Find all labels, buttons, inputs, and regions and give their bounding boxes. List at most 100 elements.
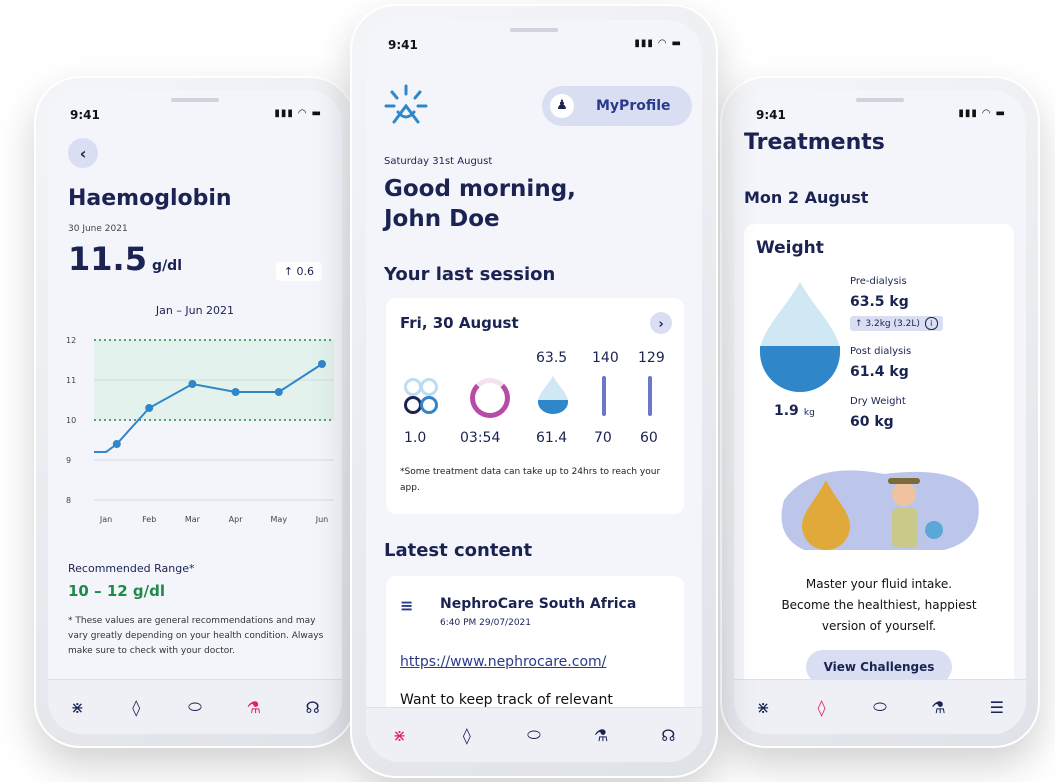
metric-bottom-2: 03:54 bbox=[460, 430, 501, 446]
kidney-icon: ☊ bbox=[661, 725, 676, 745]
promo-line-3: version of yourself. bbox=[821, 619, 937, 633]
metric-top-3: 63.5 bbox=[536, 350, 568, 366]
phone-home: 9:41 ▮▮▮ ◠ ▬ ♟ MyProfile Saturday 31st A… bbox=[350, 4, 718, 778]
flask-icon: ⚗ bbox=[931, 697, 946, 717]
promo-line-2: Become the healthiest, happiest bbox=[781, 598, 977, 612]
pill-icon: ⬭ bbox=[873, 697, 887, 716]
x-tick-label: Apr bbox=[229, 515, 244, 524]
status-bar: 9:41 ▮▮▮ ◠ ▬ bbox=[48, 90, 342, 130]
metric-bottom-3: 61.4 bbox=[536, 430, 568, 446]
chart-period: Jan – Jun 2021 bbox=[155, 304, 235, 317]
tab-fluid[interactable]: ◊ bbox=[122, 693, 150, 721]
post-dialysis-value: 61.4 kg bbox=[850, 364, 909, 380]
status-time: 9:41 bbox=[756, 108, 786, 122]
diff-value: 1.9 bbox=[774, 403, 799, 419]
recommended-range-value: 10 – 12 g/dl bbox=[68, 582, 166, 600]
hb-value-row: 11.5 g/dl bbox=[68, 240, 182, 278]
post-text: Want to keep track of relevant bbox=[400, 692, 613, 708]
drop-icon: ◊ bbox=[462, 725, 471, 745]
x-tick-label: May bbox=[271, 515, 288, 524]
y-tick-label: 10 bbox=[66, 416, 76, 425]
data-point bbox=[318, 360, 326, 368]
greeting: Good morning, John Doe bbox=[384, 174, 576, 234]
disclaimer-note: * These values are general recommendatio… bbox=[68, 616, 324, 656]
tab-lab-results[interactable]: ⚗ bbox=[240, 693, 268, 721]
chevron-left-icon: ‹ bbox=[79, 143, 87, 163]
page-title: Treatments bbox=[744, 130, 885, 155]
home-sun-icon: ⋇ bbox=[392, 725, 407, 745]
tab-lab-results[interactable]: ⚗ bbox=[924, 693, 952, 721]
hb-value: 11.5 bbox=[68, 240, 147, 278]
session-chevron-button[interactable]: › bbox=[650, 312, 672, 334]
y-tick-label: 12 bbox=[66, 336, 76, 345]
last-session-heading: Your last session bbox=[384, 264, 556, 285]
latest-content-heading: Latest content bbox=[384, 540, 533, 561]
weight-difference: 1.9 kg bbox=[774, 400, 815, 419]
tab-medication[interactable]: ⬭ bbox=[520, 721, 548, 749]
post-link[interactable]: https://www.nephrocare.com/ bbox=[400, 654, 606, 670]
tab-home[interactable]: ⋇ bbox=[63, 693, 91, 721]
pill-icon: ⬭ bbox=[188, 697, 202, 716]
session-note: *Some treatment data can take up to 24hr… bbox=[400, 467, 661, 493]
pre-change-badge: ↑ 3.2kg (3.2L) i bbox=[850, 316, 943, 331]
dry-weight-label: Dry Weight bbox=[850, 396, 906, 407]
status-bar: 9:41 ▮▮▮ ◠ ▬ bbox=[734, 90, 1026, 130]
hb-unit: g/dl bbox=[152, 258, 183, 274]
phone-treatments: 9:41 ▮▮▮ ◠ ▬ Treatments Mon 2 August Wei… bbox=[720, 76, 1040, 748]
flask-icon: ⚗ bbox=[246, 697, 261, 717]
app-logo-sun-icon bbox=[384, 84, 428, 124]
promo-text: Master your fluid intake. Become the hea… bbox=[744, 574, 1014, 637]
tab-home[interactable]: ⋇ bbox=[749, 693, 777, 721]
back-button[interactable]: ‹ bbox=[68, 138, 98, 168]
metric-bottom-1: 1.0 bbox=[404, 430, 427, 446]
diff-unit: kg bbox=[803, 408, 815, 418]
session-date: Fri, 30 August bbox=[400, 314, 519, 332]
home-sun-icon: ⋇ bbox=[756, 697, 770, 717]
explorer-illustration bbox=[781, 470, 979, 550]
metric-bar-icon-1 bbox=[602, 376, 606, 416]
notch bbox=[474, 20, 594, 40]
tab-fluid[interactable]: ◊ bbox=[808, 693, 836, 721]
notch bbox=[135, 90, 255, 110]
kidney-icon: ☊ bbox=[305, 697, 320, 717]
tab-kidney[interactable]: ☊ bbox=[299, 693, 327, 721]
tab-medication[interactable]: ⬭ bbox=[866, 693, 894, 721]
data-point bbox=[112, 440, 121, 448]
bottom-tab-bar: ⋇ ◊ ⬭ ⚗ ☰ bbox=[734, 679, 1026, 734]
tab-medication[interactable]: ⬭ bbox=[181, 693, 209, 721]
tab-documents[interactable]: ☰ bbox=[983, 693, 1011, 721]
info-icon[interactable]: i bbox=[924, 317, 938, 330]
home-screen: 9:41 ▮▮▮ ◠ ▬ ♟ MyProfile Saturday 31st A… bbox=[366, 20, 702, 762]
flask-icon: ⚗ bbox=[593, 725, 609, 745]
greeting-line-1: Good morning, bbox=[384, 176, 576, 202]
x-tick-label: Mar bbox=[185, 515, 201, 524]
last-session-card[interactable]: Fri, 30 August › 63.5 140 129 1.0 03:54 bbox=[386, 298, 684, 514]
post-author: NephroCare South Africa bbox=[440, 596, 637, 612]
status-time: 9:41 bbox=[70, 108, 100, 122]
metric-bar-icon-2 bbox=[648, 376, 652, 416]
myprofile-button[interactable]: ♟ MyProfile bbox=[542, 86, 692, 126]
tab-lab-results[interactable]: ⚗ bbox=[587, 721, 615, 749]
tab-home[interactable]: ⋇ bbox=[386, 721, 414, 749]
data-point bbox=[274, 388, 283, 396]
drop-icon: ◊ bbox=[817, 697, 826, 717]
page-title: Haemoglobin bbox=[68, 186, 232, 211]
document-icon: ☰ bbox=[989, 697, 1004, 717]
weight-drop-icon bbox=[760, 282, 840, 392]
tab-fluid[interactable]: ◊ bbox=[453, 721, 481, 749]
metric-bottom-5: 60 bbox=[640, 430, 658, 446]
y-tick-label: 8 bbox=[66, 496, 71, 505]
metric-top-4: 140 bbox=[592, 350, 619, 366]
haemoglobin-screen: 9:41 ▮▮▮ ◠ ▬ ‹ Haemoglobin 30 June 2021 … bbox=[48, 90, 342, 734]
tab-kidney[interactable]: ☊ bbox=[654, 721, 682, 749]
signal-wifi-battery-icon: ▮▮▮ ◠ ▬ bbox=[274, 108, 322, 119]
dry-weight-value: 60 kg bbox=[850, 414, 894, 430]
post-dialysis-label: Post dialysis bbox=[850, 346, 912, 357]
change-badge: ↑ 0.6 bbox=[275, 262, 322, 281]
pre-dialysis-label: Pre-dialysis bbox=[850, 276, 907, 287]
myprofile-label: MyProfile bbox=[596, 98, 671, 114]
x-tick-label: Jan bbox=[99, 515, 112, 524]
today-date: Saturday 31st August bbox=[384, 156, 493, 167]
x-tick-label: Jun bbox=[315, 515, 329, 524]
signal-wifi-battery-icon: ▮▮▮ ◠ ▬ bbox=[958, 108, 1006, 119]
